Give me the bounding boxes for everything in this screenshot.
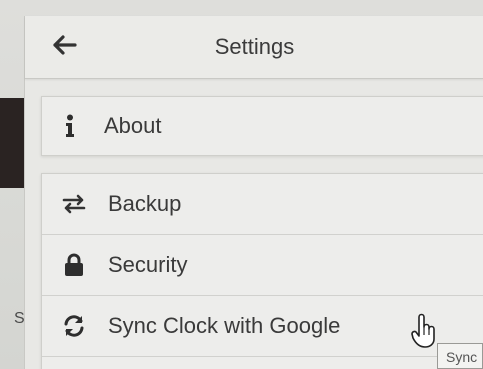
sync-icon [60, 314, 88, 338]
info-icon [56, 114, 84, 138]
menu-item-label: About [104, 113, 162, 138]
swap-arrows-icon [60, 194, 88, 214]
lock-icon [60, 253, 88, 277]
page-title: Settings [214, 34, 295, 59]
menu-item-security[interactable]: Security [42, 235, 483, 296]
about-card: About [41, 96, 483, 156]
menu-item-label: Security [108, 252, 188, 277]
menu-item-about[interactable]: About [42, 97, 483, 155]
menu-item-label: Sync Clock with Google [108, 313, 341, 338]
screen: S Settings About Backup Security Sync Cl… [0, 0, 483, 369]
tooltip: Sync [437, 343, 483, 369]
hand-pointer-icon [410, 313, 438, 349]
settings-header: Settings [25, 16, 483, 79]
background-window-edge [0, 98, 24, 188]
menu-item-backup[interactable]: Backup [42, 174, 483, 235]
menu-item-label: Backup [108, 191, 182, 216]
